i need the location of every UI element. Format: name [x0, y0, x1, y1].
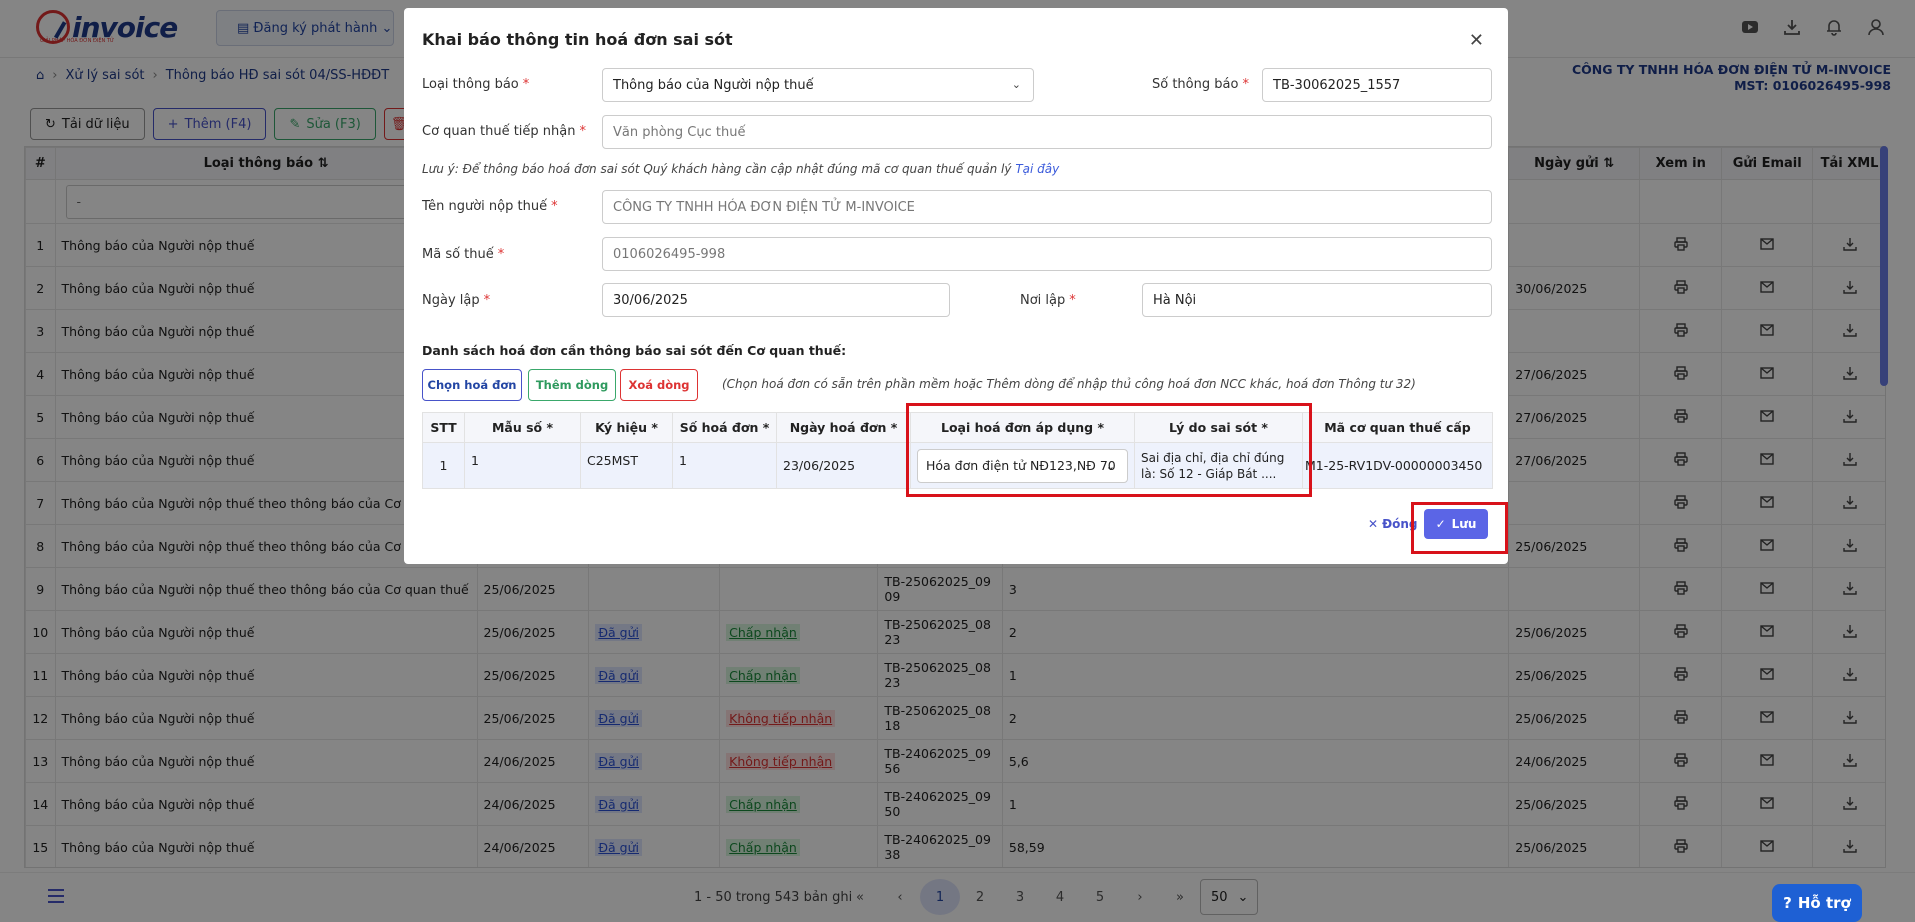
- cell-form[interactable]: 1: [464, 442, 581, 489]
- date-input[interactable]: 30/06/2025: [602, 283, 950, 317]
- notice-type-select[interactable]: Thông báo của Người nộp thuế ⌄: [602, 68, 1034, 102]
- col-header-symbol: Ký hiệu *: [580, 412, 673, 443]
- tax-code-label: Mã số thuế *: [422, 247, 505, 262]
- notice-type-label: Loại thông báo *: [422, 77, 530, 92]
- place-input[interactable]: Hà Nội: [1142, 283, 1492, 317]
- cell-stt: 1: [422, 442, 465, 489]
- dialog-title: Khai báo thông tin hoá đơn sai sót: [422, 30, 733, 49]
- taxpayer-label: Tên người nộp thuế *: [422, 199, 558, 214]
- col-header-date: Ngày hoá đơn *: [776, 412, 911, 443]
- add-row-button[interactable]: Thêm dòng: [528, 369, 616, 401]
- delete-row-button[interactable]: Xoá dòng: [620, 369, 698, 401]
- help-label: Hỗ trợ: [1797, 894, 1851, 912]
- col-header-form: Mẫu số *: [464, 412, 581, 443]
- note-link[interactable]: Tại đây: [1015, 162, 1059, 176]
- taxpayer-input[interactable]: CÔNG TY TNHH HÓA ĐƠN ĐIỆN TỬ M-INVOICE: [602, 190, 1492, 224]
- cell-date[interactable]: 23/06/2025: [776, 442, 911, 489]
- choose-invoice-button[interactable]: Chọn hoá đơn: [422, 369, 522, 401]
- highlight-box: [906, 403, 1312, 497]
- tax-office-note: Lưu ý: Để thông báo hoá đơn sai sót Quý …: [422, 162, 1059, 176]
- cell-tax-code[interactable]: M1-25-RV1DV-00000003450: [1302, 442, 1493, 489]
- tax-office-label: Cơ quan thuế tiếp nhận *: [422, 124, 586, 139]
- close-icon[interactable]: ✕: [1469, 30, 1484, 51]
- highlight-box: [1411, 502, 1508, 554]
- tax-office-input[interactable]: Văn phòng Cục thuế: [602, 115, 1492, 149]
- place-label: Nơi lập *: [1020, 293, 1076, 308]
- notice-no-input[interactable]: TB-30062025_1557: [1262, 68, 1492, 102]
- help-icon: ?: [1783, 894, 1792, 912]
- tax-code-input[interactable]: 0106026495-998: [602, 237, 1492, 271]
- col-header-number: Số hoá đơn *: [672, 412, 777, 443]
- chevron-down-icon: ⌄: [1011, 78, 1021, 91]
- close-icon: ✕: [1368, 517, 1379, 531]
- cell-symbol[interactable]: C25MST: [580, 442, 673, 489]
- notice-type-value: Thông báo của Người nộp thuế: [613, 77, 814, 93]
- add-row-hint: (Chọn hoá đơn có sẵn trên phần mềm hoặc …: [722, 377, 1416, 391]
- date-label: Ngày lập *: [422, 293, 491, 308]
- col-header-tax-code: Mã cơ quan thuế cấp: [1302, 412, 1493, 443]
- invoice-list-title: Danh sách hoá đơn cần thông báo sai sót …: [422, 343, 847, 358]
- notice-no-label: Số thông báo *: [1152, 77, 1249, 92]
- help-button[interactable]: ? Hỗ trợ: [1772, 884, 1862, 922]
- cell-number[interactable]: 1: [672, 442, 777, 489]
- col-header-stt: STT: [422, 412, 465, 443]
- note-text: Lưu ý: Để thông báo hoá đơn sai sót Quý …: [422, 162, 1012, 176]
